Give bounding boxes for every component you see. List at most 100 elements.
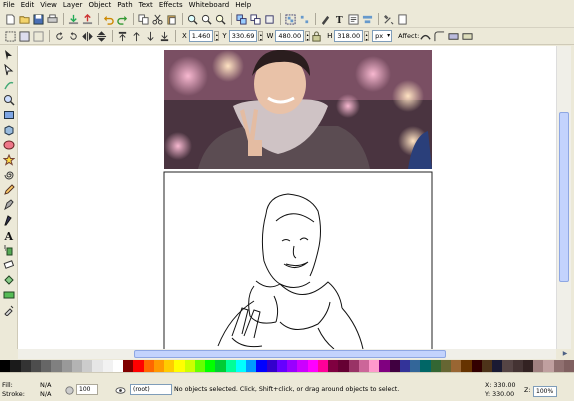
color-swatch[interactable] (287, 360, 298, 372)
horizontal-scrollbar[interactable] (18, 349, 556, 359)
opacity-input[interactable]: 100 (76, 384, 98, 395)
menu-file[interactable]: File (0, 0, 18, 11)
photo-image[interactable] (164, 50, 432, 169)
menu-view[interactable]: View (37, 0, 60, 11)
y-spinner[interactable]: ▴ ▾ (258, 31, 264, 42)
vertical-scroll-thumb[interactable] (559, 112, 569, 282)
color-swatch[interactable] (246, 360, 257, 372)
select-all-layers-icon[interactable] (18, 30, 30, 42)
group-icon[interactable] (284, 13, 296, 25)
zoom-icon[interactable] (2, 93, 15, 106)
document-properties-icon[interactable] (396, 13, 408, 25)
spiral-icon[interactable] (2, 168, 15, 181)
color-swatch[interactable] (51, 360, 62, 372)
fill-stroke-icon[interactable] (319, 13, 331, 25)
color-swatch[interactable] (338, 360, 349, 372)
menu-path[interactable]: Path (114, 0, 135, 11)
lock-icon[interactable] (310, 30, 322, 42)
menu-effects[interactable]: Effects (156, 0, 186, 11)
color-swatch[interactable] (358, 360, 369, 372)
copy-icon[interactable] (137, 13, 149, 25)
flip-horizontal-icon[interactable] (81, 30, 93, 42)
drawing-canvas[interactable] (18, 46, 556, 349)
3d-box-icon[interactable] (2, 123, 15, 136)
zoom-selection-icon[interactable] (186, 13, 198, 25)
color-swatch[interactable] (440, 360, 451, 372)
color-swatch[interactable] (0, 360, 11, 372)
color-swatch[interactable] (20, 360, 31, 372)
color-swatch[interactable] (143, 360, 154, 372)
w-input[interactable]: 480.00 (275, 30, 305, 42)
color-swatch[interactable] (430, 360, 441, 372)
lower-to-bottom-icon[interactable] (158, 30, 170, 42)
color-swatch[interactable] (123, 360, 134, 372)
flip-vertical-icon[interactable] (95, 30, 107, 42)
color-swatch[interactable] (153, 360, 164, 372)
text-font-icon[interactable]: T (333, 13, 345, 25)
color-swatch[interactable] (184, 360, 195, 372)
h-input[interactable]: 318.00 (334, 30, 364, 42)
color-swatch[interactable] (399, 360, 410, 372)
dropper-icon[interactable] (2, 303, 15, 316)
color-swatch[interactable] (30, 360, 41, 372)
deselect-icon[interactable] (32, 30, 44, 42)
zoom-drawing-icon[interactable] (200, 13, 212, 25)
redo-icon[interactable] (116, 13, 128, 25)
color-swatch[interactable] (451, 360, 462, 372)
color-swatch[interactable] (205, 360, 216, 372)
color-swatch[interactable] (194, 360, 205, 372)
color-swatch[interactable] (276, 360, 287, 372)
layer-select[interactable]: (root) (130, 384, 172, 395)
color-swatch[interactable] (563, 360, 574, 372)
stroke-value[interactable]: N/A (40, 390, 52, 398)
raise-to-top-icon[interactable] (116, 30, 128, 42)
ellipse-icon[interactable] (2, 138, 15, 151)
pencil-icon[interactable] (2, 183, 15, 196)
vertical-scrollbar[interactable] (556, 46, 571, 349)
color-swatch[interactable] (112, 360, 123, 372)
menu-layer[interactable]: Layer (60, 0, 86, 11)
color-swatch[interactable] (512, 360, 523, 372)
undo-icon[interactable] (102, 13, 114, 25)
color-swatch[interactable] (133, 360, 144, 372)
duplicate-icon[interactable] (235, 13, 247, 25)
unit-select[interactable]: px (372, 30, 393, 42)
print-icon[interactable] (46, 13, 58, 25)
star-icon[interactable] (2, 153, 15, 166)
color-swatch[interactable] (215, 360, 226, 372)
color-swatch[interactable] (522, 360, 533, 372)
zoom-input[interactable]: 100% (533, 386, 557, 397)
rotate-ccw-icon[interactable] (53, 30, 65, 42)
color-swatch[interactable] (461, 360, 472, 372)
color-swatch[interactable] (41, 360, 52, 372)
fill-value[interactable]: N/A (40, 381, 52, 389)
menu-text[interactable]: Text (136, 0, 156, 11)
cut-icon[interactable] (151, 13, 163, 25)
color-swatch[interactable] (71, 360, 82, 372)
paint-bucket-icon[interactable] (2, 273, 15, 286)
color-swatch[interactable] (92, 360, 103, 372)
color-swatch[interactable] (174, 360, 185, 372)
text-icon[interactable]: A (2, 228, 15, 241)
gradient-icon[interactable] (2, 288, 15, 301)
paste-icon[interactable] (165, 13, 177, 25)
color-swatch[interactable] (307, 360, 318, 372)
color-swatch[interactable] (379, 360, 390, 372)
color-swatch[interactable] (543, 360, 554, 372)
color-swatch[interactable] (369, 360, 380, 372)
tweak-icon[interactable] (2, 78, 15, 91)
color-swatch[interactable] (266, 360, 277, 372)
export-icon[interactable] (81, 13, 93, 25)
color-swatch[interactable] (553, 360, 564, 372)
menu-edit[interactable]: Edit (18, 0, 38, 11)
color-swatch[interactable] (389, 360, 400, 372)
color-swatch[interactable] (82, 360, 93, 372)
color-swatch[interactable] (492, 360, 503, 372)
color-swatch[interactable] (481, 360, 492, 372)
color-swatch[interactable] (348, 360, 359, 372)
zoom-page-icon[interactable] (214, 13, 226, 25)
selector-icon[interactable] (2, 48, 15, 61)
select-all-icon[interactable] (4, 30, 16, 42)
color-swatch[interactable] (502, 360, 513, 372)
preferences-icon[interactable] (382, 13, 394, 25)
